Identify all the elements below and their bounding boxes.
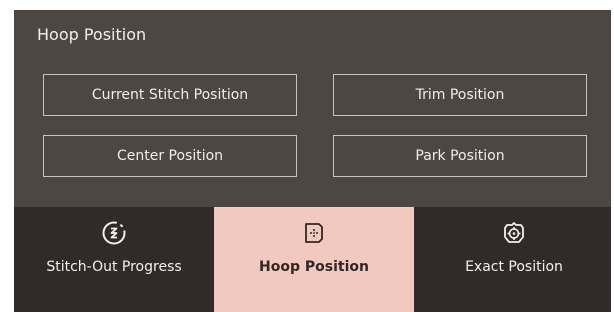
hoop-position-panel: Hoop Position Current Stitch Position Tr…	[14, 10, 611, 207]
tab-hoop-position[interactable]: Hoop Position	[214, 207, 414, 312]
panel-title: Hoop Position	[37, 25, 147, 44]
trim-position-button[interactable]: Trim Position	[333, 74, 587, 116]
tab-stitch-out-progress[interactable]: Stitch-Out Progress	[14, 207, 214, 312]
tab-label: Exact Position	[465, 259, 563, 275]
park-position-button[interactable]: Park Position	[333, 135, 587, 177]
stitch-out-progress-icon	[101, 220, 127, 246]
center-position-button[interactable]: Center Position	[43, 135, 297, 177]
tab-exact-position[interactable]: Exact Position	[414, 207, 614, 312]
current-stitch-position-button[interactable]: Current Stitch Position	[43, 74, 297, 116]
tab-label: Hoop Position	[259, 259, 369, 275]
exact-position-icon	[501, 220, 527, 246]
hoop-position-icon	[301, 220, 327, 246]
tab-label: Stitch-Out Progress	[46, 259, 182, 275]
bottom-tab-bar: Stitch-Out Progress Hoop Position Exact …	[14, 207, 611, 312]
